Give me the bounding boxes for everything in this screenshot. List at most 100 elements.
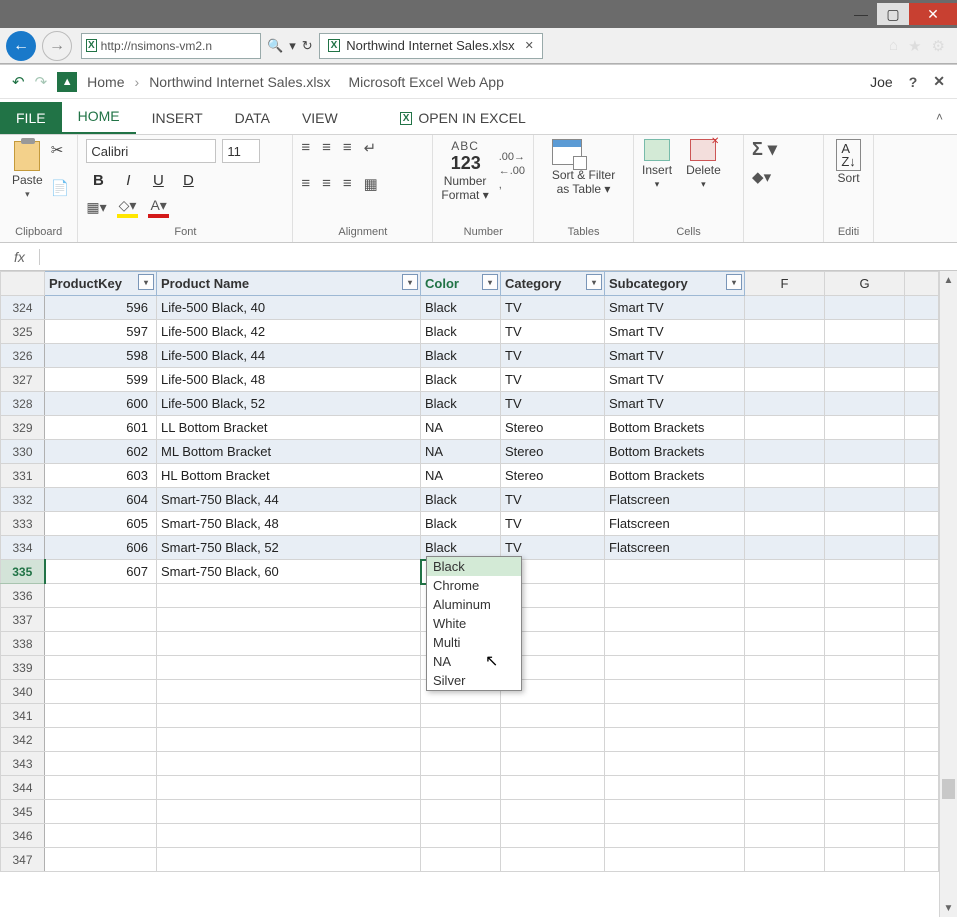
scroll-up-button[interactable]: ▲ [940, 271, 957, 289]
filter-icon[interactable]: ▾ [726, 274, 742, 290]
row-header[interactable]: 324 [1, 296, 45, 320]
browser-address-bar[interactable]: X http://nsimons-vm2.n [81, 33, 261, 59]
cell-productkey[interactable]: 604 [45, 488, 157, 512]
undo-button[interactable]: ↶ [12, 73, 25, 91]
column-header-productname[interactable]: Product Name▾ [157, 272, 421, 296]
row-header[interactable]: 334 [1, 536, 45, 560]
dropdown-option[interactable]: White [427, 614, 521, 633]
table-row[interactable]: 327 599 Life-500 Black, 48 Black TV Smar… [1, 368, 939, 392]
align-center-button[interactable]: ≡ [322, 175, 331, 193]
window-close-button[interactable]: ✕ [909, 3, 957, 25]
cell-productname[interactable]: LL Bottom Bracket [157, 416, 421, 440]
cell-color[interactable]: Black [421, 368, 501, 392]
row-header[interactable]: 329 [1, 416, 45, 440]
copy-icon[interactable]: 📄 [51, 179, 70, 197]
align-middle-button[interactable]: ≡ [322, 139, 331, 157]
table-row[interactable]: 332 604 Smart-750 Black, 44 Black TV Fla… [1, 488, 939, 512]
cell-color[interactable]: Black [421, 488, 501, 512]
cell-category[interactable]: TV [501, 512, 605, 536]
column-header-subcategory[interactable]: Subcategory▾ [605, 272, 745, 296]
cell-productkey[interactable]: 602 [45, 440, 157, 464]
fx-label[interactable]: fx [0, 249, 40, 265]
clear-button[interactable]: ◆▾ [752, 168, 771, 186]
row-header[interactable]: 344 [1, 776, 45, 800]
scroll-thumb[interactable] [942, 779, 955, 799]
borders-button[interactable]: ▦▾ [86, 199, 106, 216]
close-button[interactable]: ✕ [933, 73, 945, 90]
sort-az-icon[interactable]: AZ↓ [836, 139, 860, 171]
table-row[interactable]: 331 603 HL Bottom Bracket NA Stereo Bott… [1, 464, 939, 488]
cell-category[interactable]: TV [501, 296, 605, 320]
formula-input[interactable] [40, 243, 957, 270]
cell-category[interactable]: TV [501, 488, 605, 512]
cell-subcategory[interactable]: Flatscreen [605, 488, 745, 512]
window-minimize-button[interactable]: — [845, 3, 877, 25]
cell-subcategory[interactable]: Smart TV [605, 296, 745, 320]
cell-productname[interactable]: Life-500 Black, 52 [157, 392, 421, 416]
row-header[interactable]: 341 [1, 704, 45, 728]
row-header[interactable]: 338 [1, 632, 45, 656]
cell-productkey[interactable]: 601 [45, 416, 157, 440]
cell-category[interactable]: TV [501, 368, 605, 392]
table-row[interactable]: 324 596 Life-500 Black, 40 Black TV Smar… [1, 296, 939, 320]
row-header[interactable]: 335 [1, 560, 45, 584]
browser-back-button[interactable]: ← [6, 31, 36, 61]
comma-style-button[interactable]: , [499, 179, 525, 191]
delete-cells-button[interactable]: Delete▾ [686, 139, 721, 222]
wrap-text-button[interactable]: ↵ [364, 139, 377, 157]
dropdown-option[interactable]: NA [427, 652, 521, 671]
column-header-category[interactable]: Category▾ [501, 272, 605, 296]
color-dropdown-list[interactable]: BlackChromeAluminumWhiteMultiNASilver [426, 556, 522, 691]
cell-subcategory[interactable]: Bottom Brackets [605, 440, 745, 464]
cell-productname[interactable]: HL Bottom Bracket [157, 464, 421, 488]
cut-icon[interactable]: ✂ [51, 141, 70, 159]
cell-productname[interactable]: Life-500 Black, 42 [157, 320, 421, 344]
ribbon-tab-home[interactable]: HOME [62, 100, 136, 134]
cell-productname[interactable]: Smart-750 Black, 52 [157, 536, 421, 560]
cell-productname[interactable]: ML Bottom Bracket [157, 440, 421, 464]
row-header[interactable]: 337 [1, 608, 45, 632]
filter-icon[interactable]: ▾ [586, 274, 602, 290]
cell-productname[interactable]: Life-500 Black, 44 [157, 344, 421, 368]
align-left-button[interactable]: ≡ [301, 175, 310, 193]
cell-subcategory[interactable]: Bottom Brackets [605, 464, 745, 488]
cell-subcategory[interactable]: Smart TV [605, 320, 745, 344]
cell-productkey[interactable]: 607 [45, 560, 157, 584]
row-header[interactable]: 326 [1, 344, 45, 368]
cell-productkey[interactable]: 600 [45, 392, 157, 416]
breadcrumb-document[interactable]: Northwind Internet Sales.xlsx [149, 74, 330, 90]
cell-productname[interactable]: Life-500 Black, 40 [157, 296, 421, 320]
row-header[interactable]: 346 [1, 824, 45, 848]
row-header[interactable]: 332 [1, 488, 45, 512]
cell-productkey[interactable]: 605 [45, 512, 157, 536]
row-header[interactable]: 342 [1, 728, 45, 752]
cell-color[interactable]: NA [421, 440, 501, 464]
filter-icon[interactable]: ▾ [138, 274, 154, 290]
font-size-combo[interactable] [222, 139, 260, 163]
ribbon-tab-data[interactable]: DATA [219, 102, 286, 134]
ribbon-open-in-excel[interactable]: XOPEN IN EXCEL [384, 102, 542, 134]
cell-subcategory[interactable]: Flatscreen [605, 512, 745, 536]
row-header[interactable]: 330 [1, 440, 45, 464]
cell-color[interactable]: NA [421, 416, 501, 440]
cell-productname[interactable]: Smart-750 Black, 48 [157, 512, 421, 536]
scroll-down-button[interactable]: ▼ [940, 899, 957, 917]
browser-forward-button[interactable]: → [42, 31, 72, 61]
column-header-color[interactable]: Color▾ [421, 272, 501, 296]
row-header[interactable]: 336 [1, 584, 45, 608]
vertical-scrollbar[interactable]: ▲ ▼ [939, 271, 957, 917]
column-header-f[interactable]: F [745, 272, 825, 296]
underline-button[interactable]: U [146, 169, 170, 191]
skydrive-icon[interactable]: ▲ [57, 72, 77, 92]
breadcrumb-home[interactable]: Home [87, 74, 124, 90]
cell-subcategory[interactable]: Flatscreen [605, 536, 745, 560]
cell-productname[interactable]: Smart-750 Black, 60 [157, 560, 421, 584]
increase-decimal-button[interactable]: .00→ [499, 151, 525, 163]
cell-productkey[interactable]: 603 [45, 464, 157, 488]
dropdown-option[interactable]: Chrome [427, 576, 521, 595]
table-row[interactable]: 330 602 ML Bottom Bracket NA Stereo Bott… [1, 440, 939, 464]
search-icon[interactable]: 🔍 [267, 38, 283, 54]
cell-category[interactable]: TV [501, 392, 605, 416]
row-header[interactable]: 343 [1, 752, 45, 776]
row-header[interactable]: 327 [1, 368, 45, 392]
